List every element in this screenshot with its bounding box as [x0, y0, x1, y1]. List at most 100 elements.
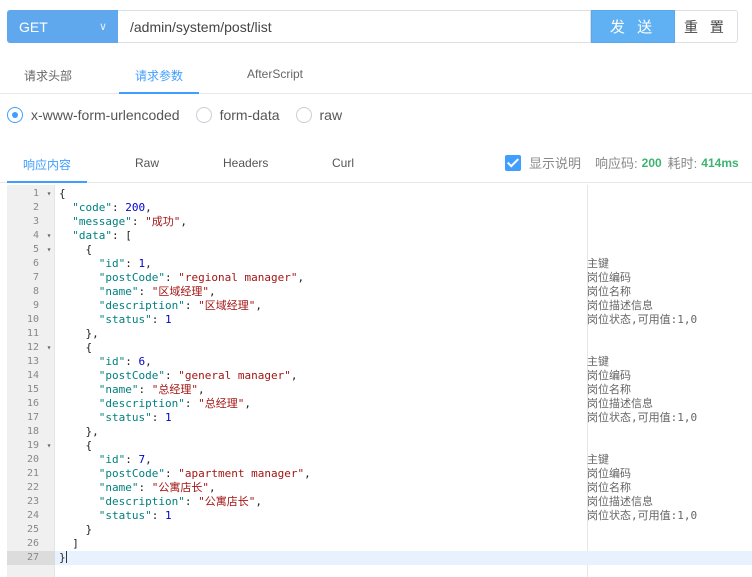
tab-after-script[interactable]: AfterScript [247, 67, 303, 81]
field-description: 岗位编码 [587, 271, 631, 284]
field-description: 主键 [587, 257, 609, 270]
code-line[interactable]: 14 "postCode": "general manager", 岗位编码 [7, 369, 752, 383]
line-number: 9 [32, 300, 39, 311]
code-line[interactable]: 24 "status": 1 岗位状态,可用值:1,0 [7, 509, 752, 523]
tab-raw[interactable]: Raw [135, 156, 159, 170]
code-line[interactable]: 21 "postCode": "apartment manager", 岗位编码 [7, 467, 752, 481]
code-text: "postCode": "general manager", [98, 369, 298, 382]
code-line[interactable]: 26 ] [7, 537, 752, 551]
show-description-checkbox[interactable] [505, 154, 521, 171]
send-button[interactable]: 发 送 [591, 10, 675, 43]
line-number: 11 [26, 328, 39, 339]
code-text: { [59, 341, 93, 354]
time-label: 耗时: [667, 156, 698, 171]
code-text: "id": 1, [98, 257, 152, 270]
line-number: 25 [26, 524, 39, 535]
line-number: 26 [26, 538, 39, 549]
fold-toggle-icon[interactable]: ▾ [45, 187, 53, 201]
fold-toggle-icon[interactable]: ▾ [45, 439, 53, 453]
code-text: ] [59, 537, 79, 550]
tab-request-params[interactable]: 请求参数 [135, 67, 183, 84]
tab-curl[interactable]: Curl [332, 156, 354, 170]
fold-toggle-icon[interactable]: ▾ [45, 229, 53, 243]
text-cursor [65, 551, 67, 563]
line-number: 10 [26, 314, 39, 325]
fold-toggle-icon[interactable]: ▾ [45, 243, 53, 257]
body-type-radio-group: x-www-form-urlencoded form-data raw [7, 104, 358, 126]
code-text: "postCode": "apartment manager", [98, 467, 311, 480]
code-line[interactable]: 19 ▾ { [7, 439, 752, 453]
field-description: 岗位描述信息 [587, 397, 653, 410]
line-number: 16 [26, 398, 39, 409]
field-description: 岗位名称 [587, 481, 631, 494]
field-description: 岗位状态,可用值:1,0 [587, 313, 698, 326]
code-text: "status": 1 [98, 411, 172, 424]
code-text: "status": 1 [98, 509, 172, 522]
line-number: 6 [32, 258, 39, 269]
fold-toggle-icon[interactable]: ▾ [45, 341, 53, 355]
radio-x-www-form-urlencoded[interactable]: x-www-form-urlencoded [7, 107, 180, 123]
code-line[interactable]: 16 "description": "总经理", 岗位描述信息 [7, 397, 752, 411]
line-number: 15 [26, 384, 39, 395]
code-line[interactable]: 22 "name": "公寓店长", 岗位名称 [7, 481, 752, 495]
code-text: { [59, 439, 93, 452]
code-line[interactable]: 9 "description": "区域经理", 岗位描述信息 [7, 299, 752, 313]
code-line[interactable]: 11 }, [7, 327, 752, 341]
code-line[interactable]: 3 "message": "成功", [7, 215, 752, 229]
tab-headers[interactable]: Headers [223, 156, 268, 170]
line-number: 18 [26, 426, 39, 437]
show-description-label: 显示说明 [529, 156, 582, 171]
line-number: 14 [26, 370, 39, 381]
line-number: 13 [26, 356, 39, 367]
code-text: "description": "公寓店长", [98, 495, 262, 508]
line-number: 27 [7, 551, 55, 565]
reset-button[interactable]: 重 置 [675, 10, 738, 43]
code-line[interactable]: 25 } [7, 523, 752, 537]
code-line[interactable]: 17 "status": 1 岗位状态,可用值:1,0 [7, 411, 752, 425]
radio-label: raw [319, 107, 343, 123]
radio-form-data[interactable]: form-data [195, 107, 280, 123]
code-line[interactable]: 13 "id": 6, 主键 [7, 355, 752, 369]
line-number: 2 [32, 202, 39, 213]
radio-raw[interactable]: raw [295, 107, 343, 123]
active-tab-indicator [119, 92, 199, 94]
method-select[interactable]: GET ∨ [7, 10, 118, 43]
code-text: "code": 200, [72, 201, 152, 214]
code-line[interactable]: 12 ▾ { [7, 341, 752, 355]
code-text: "name": "区域经理", [98, 285, 216, 298]
code-line[interactable]: 6 "id": 1, 主键 [7, 257, 752, 271]
code-text: }, [59, 425, 99, 438]
code-line[interactable]: 18 }, [7, 425, 752, 439]
code-line[interactable]: 10 "status": 1 岗位状态,可用值:1,0 [7, 313, 752, 327]
code-text: } [59, 523, 93, 536]
active-tab-indicator [7, 181, 87, 183]
line-number: 21 [26, 468, 39, 479]
code-line[interactable]: 15 "name": "总经理", 岗位名称 [7, 383, 752, 397]
url-input[interactable]: /admin/system/post/list [118, 10, 591, 43]
radio-label: x-www-form-urlencoded [31, 107, 180, 123]
url-value: /admin/system/post/list [130, 18, 272, 35]
radio-unchecked-icon [195, 107, 212, 123]
code-text: { [59, 243, 93, 256]
radio-label: form-data [219, 107, 280, 123]
code-line[interactable]: 7 "postCode": "regional manager", 岗位编码 [7, 271, 752, 285]
field-description: 岗位名称 [587, 383, 631, 396]
code-line[interactable]: 2 "code": 200, [7, 201, 752, 215]
code-line[interactable]: 27} [7, 551, 752, 565]
code-text: "name": "公寓店长", [98, 481, 216, 494]
field-description: 主键 [587, 355, 609, 368]
field-description: 岗位状态,可用值:1,0 [587, 411, 698, 424]
code-line[interactable]: 1 ▾{ [7, 187, 752, 201]
response-editor[interactable]: 1 ▾{2 "code": 200, 3 "message": "成功", 4 ▾ "d… [7, 185, 752, 577]
code-text: "description": "区域经理", [98, 299, 262, 312]
line-number: 20 [26, 454, 39, 465]
code-line[interactable]: 20 "id": 7, 主键 [7, 453, 752, 467]
code-line[interactable]: 23 "description": "公寓店长", 岗位描述信息 [7, 495, 752, 509]
code-line[interactable]: 5 ▾ { [7, 243, 752, 257]
code-text: "data": [ [72, 229, 132, 242]
code-line[interactable]: 8 "name": "区域经理", 岗位名称 [7, 285, 752, 299]
tab-response-content[interactable]: 响应内容 [23, 156, 71, 173]
code-line[interactable]: 4 ▾ "data": [ [7, 229, 752, 243]
tab-request-headers[interactable]: 请求头部 [24, 67, 72, 84]
code-text: "postCode": "regional manager", [98, 271, 305, 284]
